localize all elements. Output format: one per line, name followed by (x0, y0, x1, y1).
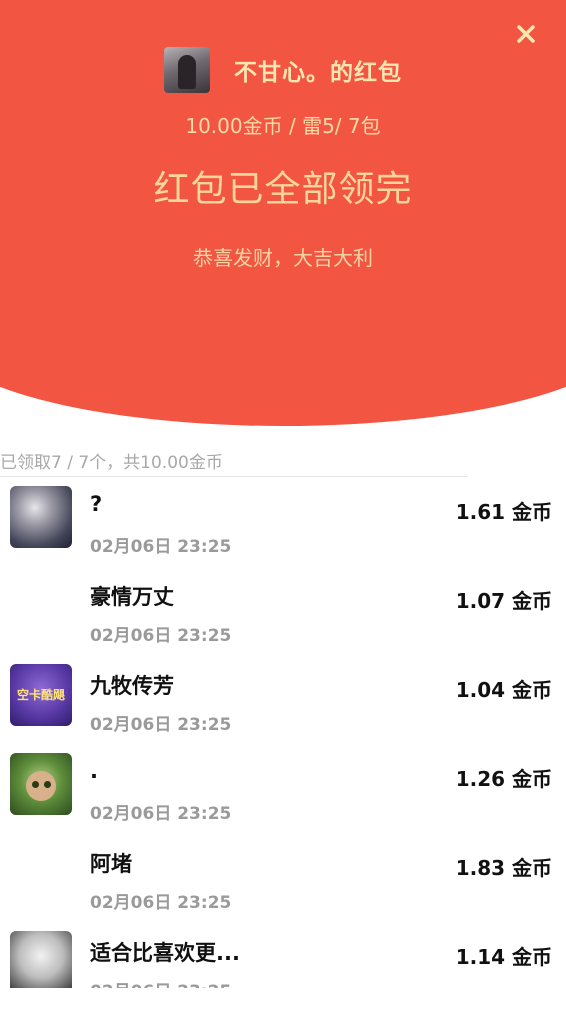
avatar-badge-text: 空卡酷飓 (16, 688, 65, 702)
list-item[interactable]: 阿堵 02月06日 23:25 1.83 金币 (0, 836, 566, 925)
avatar[interactable]: 空卡酷飓 (10, 664, 72, 726)
avatar[interactable] (10, 931, 72, 988)
claim-amount: 1.26 金币 (455, 767, 552, 791)
list-item[interactable]: 豪情万丈 02月06日 23:25 1.07 金币 (0, 569, 566, 658)
claim-time: 02月06日 23:25 (90, 715, 232, 735)
claim-time: 02月06日 23:25 (90, 893, 232, 913)
recipient-name: 适合比喜欢更... (90, 941, 240, 965)
avatar[interactable] (10, 486, 72, 548)
red-packet-header: 不甘心。的红包 10.00金币 / 雷5/ 7包 红包已全部领完 恭喜发财，大吉… (0, 0, 566, 426)
avatar[interactable] (10, 575, 72, 637)
sender-row: 不甘心。的红包 (0, 46, 566, 94)
list-item[interactable]: 适合比喜欢更... 02月06日 23:25 1.14 金币 (0, 925, 566, 988)
recipient-name: 九牧传芳 (90, 674, 174, 698)
recipient-name: ? (90, 492, 103, 516)
avatar[interactable] (10, 753, 72, 815)
sender-avatar[interactable] (164, 47, 210, 93)
claim-summary: 已领取7 / 7个，共10.00金币 (0, 448, 468, 477)
packet-amount-info: 10.00金币 / 雷5/ 7包 (185, 114, 381, 138)
claim-amount: 1.04 金币 (455, 678, 552, 702)
claim-amount: 1.14 金币 (455, 945, 552, 969)
claim-time: 02月06日 23:25 (90, 804, 232, 824)
claim-amount: 1.61 金币 (455, 500, 552, 524)
claim-amount: 1.07 金币 (455, 589, 552, 613)
claim-time: 02月06日 23:25 (90, 977, 231, 988)
list-item[interactable]: ? 02月06日 23:25 1.61 金币 (0, 480, 566, 569)
red-packet-detail-page: 不甘心。的红包 10.00金币 / 雷5/ 7包 红包已全部领完 恭喜发财，大吉… (0, 0, 566, 1024)
recipient-name: . (90, 759, 98, 783)
list-item[interactable]: 空卡酷飓 九牧传芳 02月06日 23:25 1.04 金币 (0, 658, 566, 747)
recipient-name: 豪情万丈 (90, 585, 174, 609)
claim-amount: 1.83 金币 (455, 856, 552, 880)
recipient-list[interactable]: ? 02月06日 23:25 1.61 金币 豪情万丈 02月06日 23:25… (0, 480, 566, 988)
sender-name: 不甘心。的红包 (234, 60, 402, 86)
claim-time: 02月06日 23:25 (90, 537, 232, 557)
packet-status-title: 红包已全部领完 (153, 169, 413, 210)
list-item[interactable]: . 02月06日 23:25 1.26 金币 (0, 747, 566, 836)
packet-blessing: 恭喜发财，大吉大利 (193, 246, 373, 270)
avatar[interactable] (10, 842, 72, 904)
claim-time: 02月06日 23:25 (90, 626, 232, 646)
recipient-name: 阿堵 (90, 852, 132, 876)
